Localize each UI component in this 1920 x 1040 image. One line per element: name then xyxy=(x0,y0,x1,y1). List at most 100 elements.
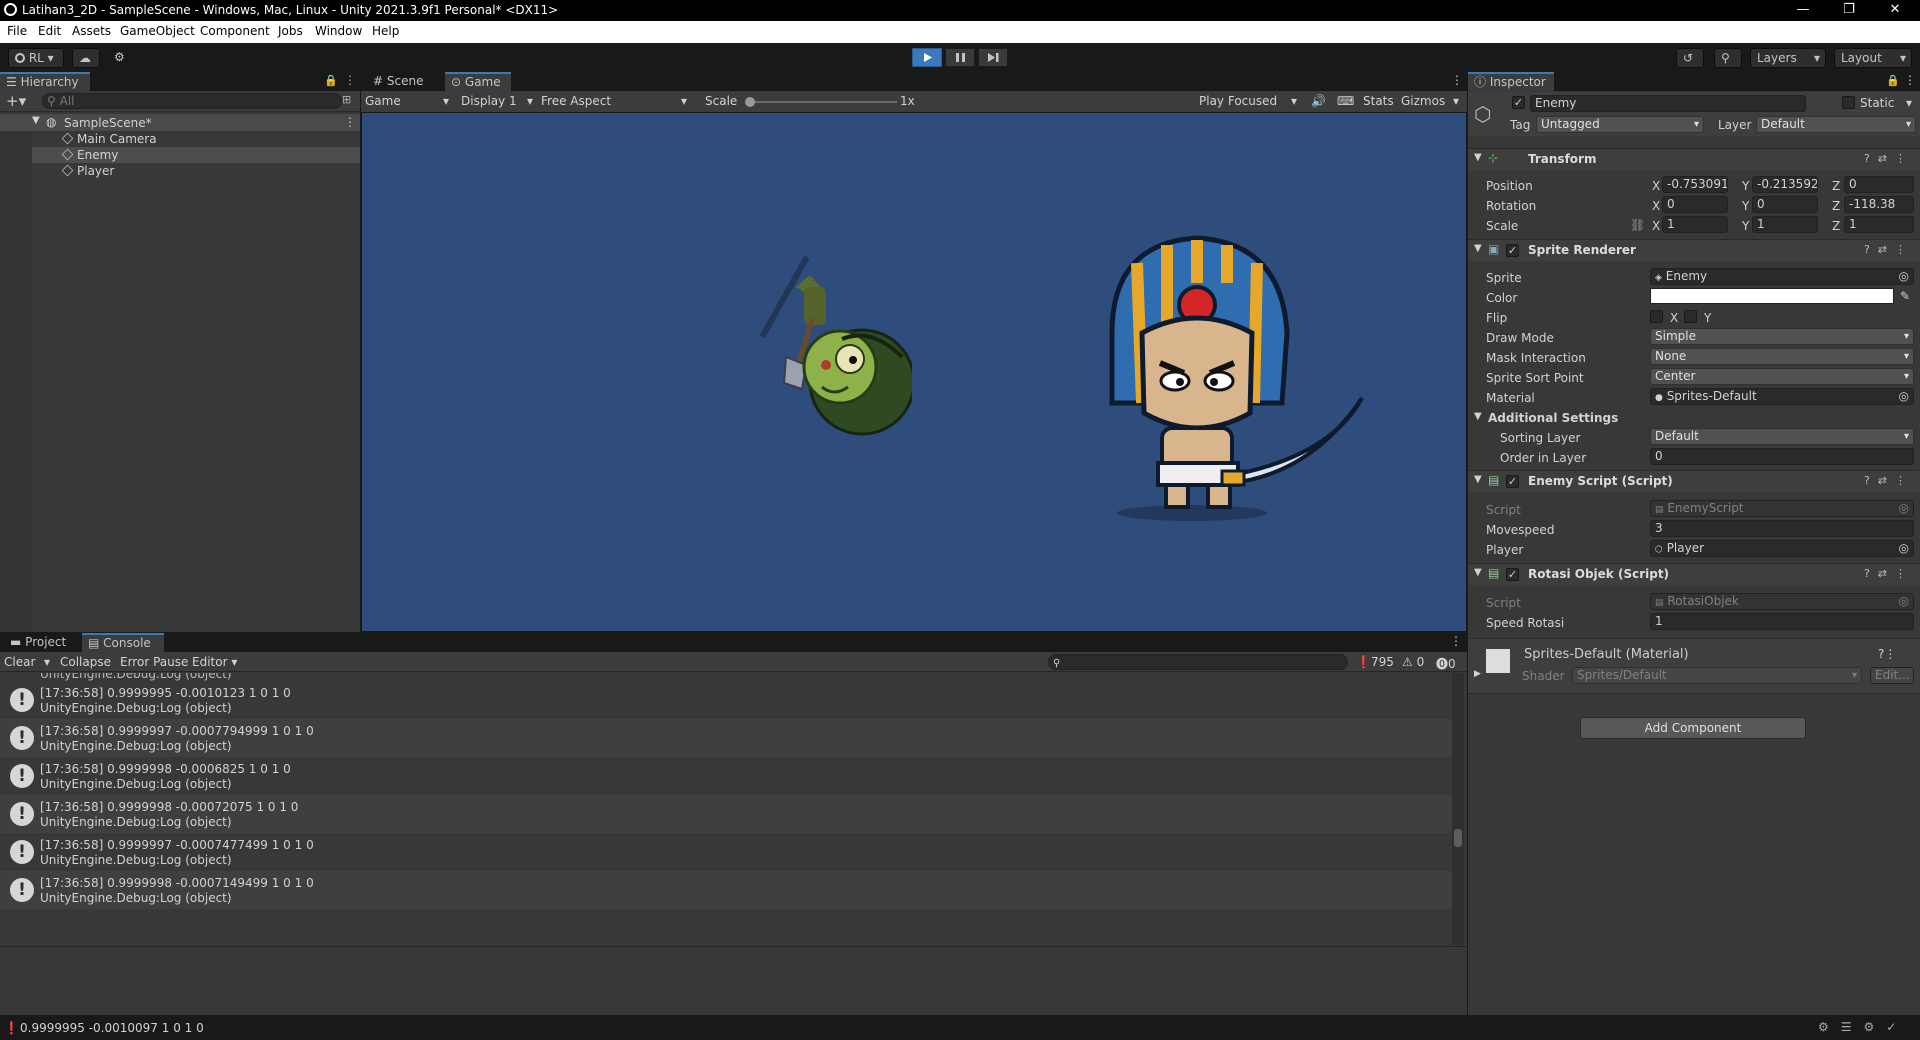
draw-mode-dropdown[interactable]: Simple xyxy=(1650,328,1914,345)
sprite-sort-point-dropdown[interactable]: Center xyxy=(1650,368,1914,385)
rotation-x-field[interactable]: 0 xyxy=(1662,196,1728,213)
audio-icon[interactable]: 🔊 xyxy=(1311,94,1326,108)
status-icons[interactable]: ⚙☰⚙✓ xyxy=(1818,1020,1908,1034)
gizmos-button[interactable]: Gizmos xyxy=(1401,94,1445,108)
undo-history-button[interactable]: ↺ xyxy=(1676,48,1704,68)
scale-y-field[interactable]: 1 xyxy=(1752,216,1818,233)
tab-inspector[interactable]: ⓘ Inspector xyxy=(1468,72,1554,91)
display-dropdown[interactable]: Display 1 ▾ xyxy=(461,94,537,108)
keyboard-icon[interactable]: ⌨ xyxy=(1337,94,1354,108)
component-header-icons[interactable]: ?⇄⋮ xyxy=(1864,243,1914,256)
scrollbar-thumb[interactable] xyxy=(1454,829,1462,847)
static-chevron-down-icon[interactable]: ▾ xyxy=(1906,96,1912,110)
layer-dropdown[interactable]: Default xyxy=(1756,116,1916,133)
scene-row[interactable]: ▼ ◍ SampleScene* ⋮ xyxy=(0,114,360,131)
gizmos-chevron-down-icon[interactable]: ▾ xyxy=(1453,94,1459,108)
menu-window[interactable]: Window xyxy=(315,24,362,38)
sprite-field[interactable]: ◈ Enemy ◎ xyxy=(1650,268,1914,285)
additional-settings-expand-icon[interactable]: ▼ xyxy=(1474,411,1482,422)
pause-button[interactable] xyxy=(945,48,975,67)
material-field[interactable]: ● Sprites-Default ◎ xyxy=(1650,388,1914,405)
expand-icon[interactable]: ▶ xyxy=(1474,669,1481,679)
tag-dropdown[interactable]: Untagged xyxy=(1536,116,1704,133)
object-picker-icon[interactable]: ◎ xyxy=(1899,389,1909,404)
scale-slider[interactable] xyxy=(745,97,897,107)
enemy-script-header[interactable]: ▼ ▤ ✓ Enemy Script (Script) ?⇄⋮ xyxy=(1468,470,1920,492)
log-count-toggle[interactable]: ❗795 xyxy=(1356,655,1394,669)
hierarchy-search-input[interactable]: ⚲ All xyxy=(42,93,342,109)
collapse-icon[interactable]: ▼ xyxy=(1474,152,1482,163)
help-icon[interactable]: ?⋮ xyxy=(1878,647,1896,661)
menu-file[interactable]: File xyxy=(7,24,27,38)
menu-gameobject[interactable]: GameObject xyxy=(120,24,195,38)
component-header-icons[interactable]: ?⇄⋮ xyxy=(1864,474,1914,487)
console-search-input[interactable]: ⚲ xyxy=(1048,654,1348,670)
status-message[interactable]: 0.9999995 -0.0010097 1 0 1 0 xyxy=(20,1021,204,1035)
enemy-script-enabled-checkbox[interactable]: ✓ xyxy=(1506,475,1519,488)
shader-dropdown[interactable]: Sprites/Default xyxy=(1572,667,1862,684)
add-icon[interactable]: +▾ xyxy=(6,92,26,110)
menu-assets[interactable]: Assets xyxy=(72,24,111,38)
transform-header[interactable]: ▼ ⊹ Transform ?⇄⋮ xyxy=(1468,148,1920,170)
list-item[interactable]: ! [17:36:58] 0.9999997 -0.0007794999 1 0… xyxy=(0,719,1462,757)
object-picker-icon[interactable]: ◎ xyxy=(1899,269,1909,284)
play-button[interactable] xyxy=(912,48,942,67)
layout-dropdown[interactable]: Layout ▾ xyxy=(1834,48,1912,68)
minimize-button[interactable]: — xyxy=(1780,0,1826,21)
list-item[interactable]: ! [17:36:58] 0.9999995 -0.0010123 1 0 1 … xyxy=(0,681,1462,719)
expand-icon[interactable]: ▼ xyxy=(32,115,40,126)
hierarchy-item-main-camera[interactable]: Main Camera xyxy=(0,131,360,147)
collapse-icon[interactable]: ▼ xyxy=(1474,474,1482,485)
editor-dropdown[interactable]: Editor ▾ xyxy=(192,655,237,669)
sprite-renderer-enabled-checkbox[interactable]: ✓ xyxy=(1506,244,1519,257)
tab-console[interactable]: ▤ Console xyxy=(82,633,164,652)
position-x-field[interactable]: -0.7530919 xyxy=(1662,176,1728,193)
aspect-dropdown[interactable]: Free Aspect ▾ xyxy=(541,94,695,108)
error-pause-button[interactable]: Error Pause xyxy=(120,655,188,669)
more-icon[interactable]: ⋮ xyxy=(1451,73,1463,87)
restore-button[interactable]: ❐ xyxy=(1826,0,1872,21)
scale-slider-handle[interactable] xyxy=(745,97,755,107)
play-focused-dropdown[interactable]: Play Focused ▾ xyxy=(1199,94,1303,108)
warning-count-toggle[interactable]: ⚠ 0 xyxy=(1402,655,1424,669)
clear-options-chevron-down-icon[interactable]: ▾ xyxy=(44,655,50,669)
tab-game[interactable]: ⊙ Game xyxy=(445,72,511,91)
step-button[interactable] xyxy=(978,48,1008,67)
tab-scene[interactable]: # Scene xyxy=(367,72,431,91)
list-item[interactable]: ! [17:36:58] 0.9999998 -0.0007149499 1 0… xyxy=(0,871,1462,909)
rotasi-script-enabled-checkbox[interactable]: ✓ xyxy=(1506,568,1519,581)
hierarchy-item-enemy[interactable]: Enemy xyxy=(0,147,360,163)
sorting-layer-dropdown[interactable]: Default xyxy=(1650,428,1914,445)
menu-edit[interactable]: Edit xyxy=(38,24,61,38)
cloud-button[interactable]: ☁ xyxy=(72,48,100,68)
static-checkbox[interactable] xyxy=(1842,96,1855,109)
stats-button[interactable]: Stats xyxy=(1363,94,1394,108)
position-y-field[interactable]: -0.2135922 xyxy=(1752,176,1818,193)
color-swatch[interactable] xyxy=(1650,288,1894,304)
filter-icon[interactable]: ⊞ xyxy=(342,93,351,106)
console-scrollbar[interactable] xyxy=(1452,673,1464,945)
flip-y-checkbox[interactable] xyxy=(1684,310,1697,323)
more-icon[interactable]: ⋮ xyxy=(344,73,356,87)
list-item[interactable]: ! [17:36:58] 0.9999998 -0.00072075 1 0 1… xyxy=(0,795,1462,833)
tab-hierarchy[interactable]: ☰ Hierarchy xyxy=(0,72,90,91)
position-z-field[interactable]: 0 xyxy=(1844,176,1914,193)
list-item[interactable]: ! [17:36:58] 0.9999997 -0.0007477499 1 0… xyxy=(0,833,1462,871)
scale-x-field[interactable]: 1 xyxy=(1662,216,1728,233)
sprite-renderer-header[interactable]: ▼ ▣ ✓ Sprite Renderer ?⇄⋮ xyxy=(1468,239,1920,261)
collapse-icon[interactable]: ▼ xyxy=(1474,567,1482,578)
menu-jobs[interactable]: Jobs xyxy=(278,24,303,38)
player-field[interactable]: ⬡ Player ◎ xyxy=(1650,540,1914,557)
collapse-button[interactable]: Collapse xyxy=(60,655,111,669)
layers-dropdown[interactable]: Layers ▾ xyxy=(1750,48,1826,68)
movespeed-field[interactable]: 3 xyxy=(1650,520,1914,537)
link-icon[interactable]: ⛓ xyxy=(1630,218,1645,232)
shader-edit-button[interactable]: Edit... xyxy=(1870,667,1914,684)
flip-x-checkbox[interactable] xyxy=(1650,310,1663,323)
component-header-icons[interactable]: ?⇄⋮ xyxy=(1864,567,1914,580)
hierarchy-item-player[interactable]: Player xyxy=(0,163,360,179)
more-icon[interactable]: ⋮ xyxy=(1904,73,1916,87)
object-name-field[interactable]: Enemy xyxy=(1530,95,1806,112)
collapse-icon[interactable]: ▼ xyxy=(1474,243,1482,254)
close-button[interactable]: ✕ xyxy=(1872,0,1918,21)
